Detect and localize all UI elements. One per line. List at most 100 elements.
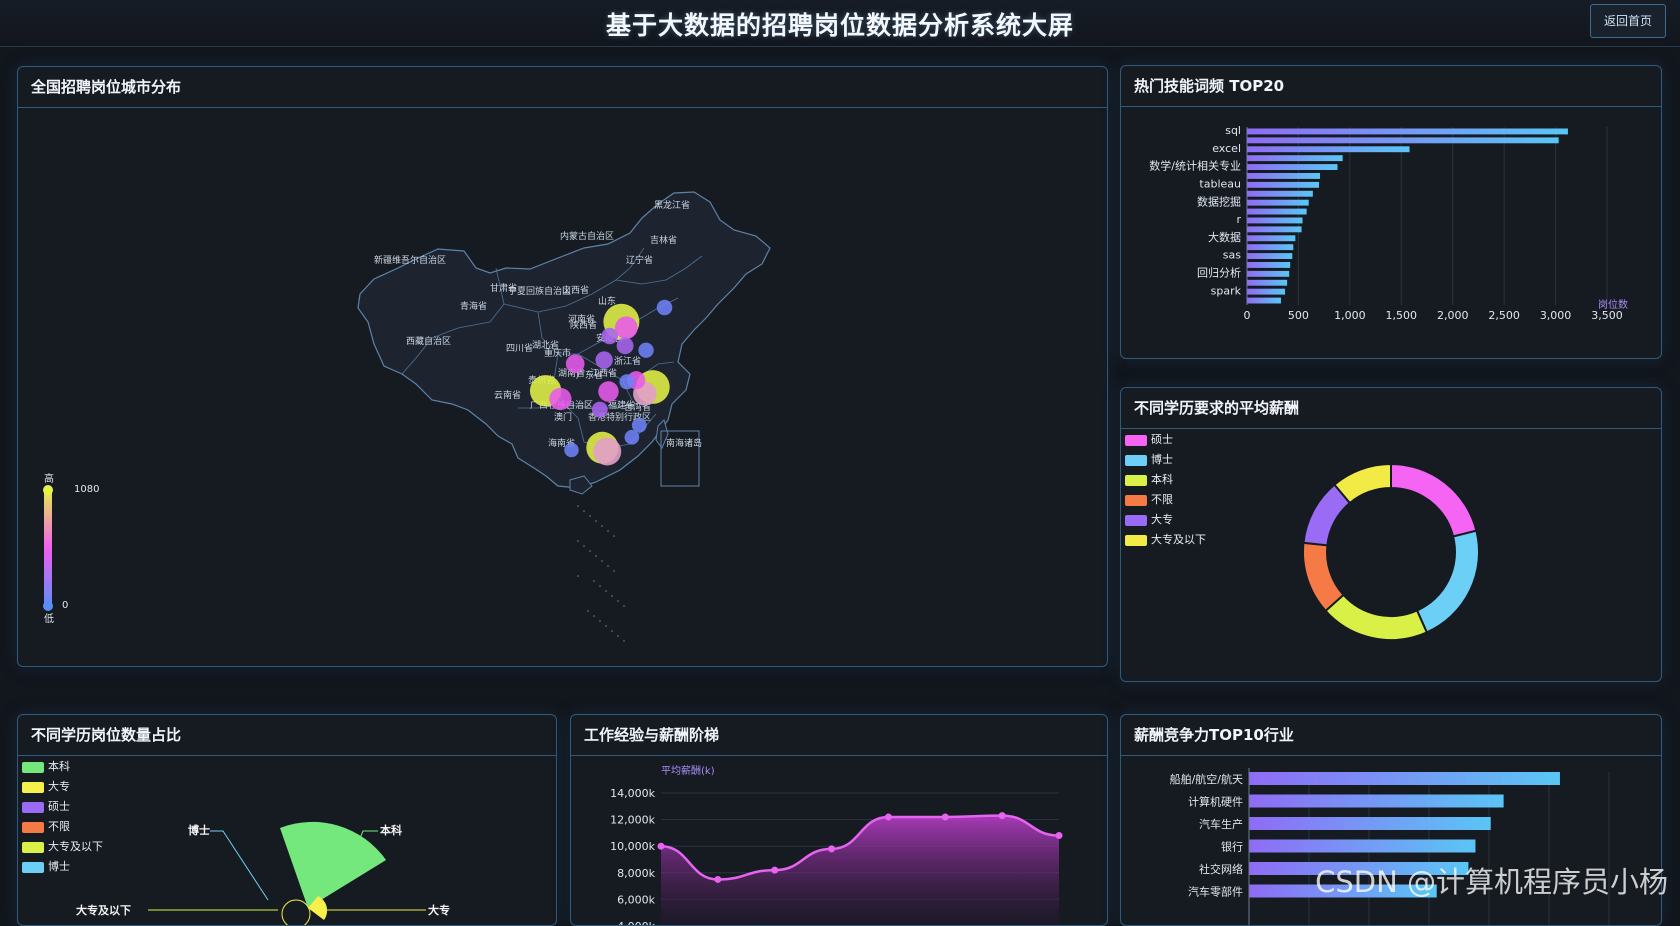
island-dot bbox=[617, 600, 619, 602]
city-bubble[interactable] bbox=[595, 351, 613, 369]
region-label: 浙江省 bbox=[614, 355, 641, 367]
csdn-watermark: CSDN @计算机程序员小杨 bbox=[1315, 865, 1668, 899]
region-label: 南海诸岛 bbox=[666, 437, 702, 449]
city-bubble[interactable] bbox=[593, 437, 622, 466]
skill-bar[interactable] bbox=[1247, 199, 1309, 206]
city-bubble[interactable] bbox=[619, 374, 635, 390]
page-title: 基于大数据的招聘岗位数据分析系统大屏 bbox=[605, 11, 1074, 40]
salary-edu-donut-chart[interactable] bbox=[1121, 429, 1661, 680]
skill-category-label: tableau bbox=[1199, 178, 1241, 191]
skill-bar[interactable] bbox=[1247, 173, 1321, 179]
rose-leader-line bbox=[210, 830, 269, 901]
city-bubble[interactable] bbox=[598, 381, 619, 402]
island-dot bbox=[583, 510, 585, 512]
region-label: 河南省 bbox=[568, 313, 595, 325]
city-bubble[interactable] bbox=[564, 442, 579, 458]
skill-bar[interactable] bbox=[1247, 270, 1290, 277]
region-label: 吉林省 bbox=[650, 234, 677, 246]
area-point[interactable] bbox=[1055, 832, 1063, 840]
industry-bar[interactable] bbox=[1249, 839, 1476, 853]
city-bubble[interactable] bbox=[624, 429, 640, 445]
skill-bar[interactable] bbox=[1247, 181, 1319, 188]
city-bubble[interactable] bbox=[549, 387, 572, 411]
edu-count-panel: 不同学历岗位数量占比 本科 大专 硕士 不限 大专及以下 博士 博士 本科 大专及以下 大专 bbox=[17, 714, 557, 926]
skill-bar[interactable] bbox=[1247, 164, 1338, 170]
island-dot bbox=[589, 515, 591, 517]
x-tick-label: 0 bbox=[1244, 309, 1251, 322]
rose-sector[interactable] bbox=[281, 899, 311, 926]
rose-sector[interactable] bbox=[280, 821, 386, 908]
skill-bar[interactable] bbox=[1247, 288, 1286, 295]
area-point[interactable] bbox=[884, 813, 892, 821]
skill-bar[interactable] bbox=[1247, 137, 1559, 144]
donut-slice[interactable] bbox=[1415, 529, 1480, 634]
island-dot bbox=[577, 575, 579, 577]
area-point[interactable] bbox=[771, 866, 779, 874]
industry-category-label: 汽车生产 bbox=[1199, 817, 1243, 831]
skills-panel: 热门技能词频 TOP20 0 500 1,000 1,500 2,000 2,500 3,0… bbox=[1120, 65, 1662, 359]
island-dot bbox=[613, 570, 615, 572]
china-map-chart[interactable]: 新疆维吾尔自治区西藏自治区青海省甘肃省内蒙古自治区黑龙江省吉林省辽宁省山西省宁夏… bbox=[18, 108, 1107, 665]
visual-map-low-label: 低 bbox=[44, 612, 54, 625]
island-dot bbox=[595, 555, 597, 557]
visual-map-bar[interactable] bbox=[44, 488, 52, 608]
skill-bar[interactable] bbox=[1247, 297, 1281, 304]
city-bubble[interactable] bbox=[616, 337, 634, 355]
industry-bar[interactable] bbox=[1249, 772, 1560, 785]
industry-bar[interactable] bbox=[1249, 817, 1491, 830]
rose-outer-label: 大专及以下 bbox=[76, 903, 131, 917]
area-point[interactable] bbox=[828, 845, 836, 853]
skill-category-label: 回归分析 bbox=[1197, 266, 1241, 280]
experience-salary-area-chart[interactable]: 平均薪酬(k) 14,000k 12,000k 10,000k 8,000k 6,000k… bbox=[571, 756, 1107, 926]
edu-count-panel-title: 不同学历岗位数量占比 bbox=[18, 715, 556, 756]
skill-bar[interactable] bbox=[1247, 146, 1410, 153]
region-label: 宁夏回族自治区 bbox=[508, 285, 571, 297]
salary-edu-panel: 不同学历要求的平均薪酬 硕士 博士 本科 不限 大专 大专及以下 bbox=[1120, 387, 1662, 682]
island-dot bbox=[605, 625, 607, 627]
skill-bar[interactable] bbox=[1247, 253, 1293, 259]
y-axis-name: 平均薪酬(k) bbox=[661, 765, 715, 777]
skill-bar[interactable] bbox=[1247, 235, 1296, 242]
return-home-button[interactable]: 返回首页 bbox=[1590, 4, 1666, 38]
skill-bar[interactable] bbox=[1247, 262, 1291, 268]
city-bubble[interactable] bbox=[614, 316, 638, 340]
city-bubble[interactable] bbox=[591, 401, 608, 418]
experience-panel-title: 工作经验与薪酬阶梯 bbox=[571, 715, 1107, 756]
donut-slice[interactable] bbox=[1324, 593, 1429, 641]
area-point[interactable] bbox=[657, 842, 665, 850]
island-dot bbox=[589, 550, 591, 552]
area-point[interactable] bbox=[998, 812, 1006, 820]
donut-slice[interactable] bbox=[1390, 462, 1478, 538]
skill-bar[interactable] bbox=[1247, 279, 1288, 286]
donut-slice[interactable] bbox=[1302, 541, 1345, 613]
city-bubble[interactable] bbox=[638, 342, 654, 358]
skill-bar[interactable] bbox=[1247, 190, 1313, 197]
skills-bar-chart[interactable]: 0 500 1,000 1,500 2,000 2,500 3,000 3,500sqlexc… bbox=[1121, 107, 1661, 357]
edu-count-rose-chart[interactable]: 博士 本科大专及以下 大专 bbox=[18, 756, 556, 926]
city-bubble[interactable] bbox=[565, 354, 585, 374]
area-point[interactable] bbox=[714, 875, 722, 883]
industry-category-label: 汽车零部件 bbox=[1188, 885, 1243, 899]
visual-map-handle-bottom[interactable] bbox=[43, 601, 53, 611]
area-point[interactable] bbox=[941, 813, 949, 821]
island-dot bbox=[611, 630, 613, 632]
skill-category-label: sql bbox=[1225, 124, 1241, 137]
skill-category-label: 数据挖掘 bbox=[1197, 194, 1241, 208]
skill-bar[interactable] bbox=[1247, 155, 1343, 162]
skill-bar[interactable] bbox=[1247, 128, 1568, 135]
visual-map-handle-top[interactable] bbox=[43, 485, 53, 495]
page-header: 基于大数据的招聘岗位数据分析系统大屏 返回首页 bbox=[0, 0, 1680, 47]
region-label: 山东 bbox=[598, 295, 616, 307]
x-tick-label: 3,000 bbox=[1540, 309, 1572, 322]
region-label: 四川省 bbox=[506, 342, 533, 354]
city-bubble[interactable] bbox=[656, 299, 673, 316]
y-tick-label: 4,000k bbox=[617, 920, 655, 926]
city-bubble[interactable] bbox=[601, 327, 618, 345]
industry-bar[interactable] bbox=[1249, 794, 1504, 808]
skill-bar[interactable] bbox=[1247, 217, 1303, 224]
visual-map-min: 0 bbox=[62, 600, 68, 611]
skill-bar[interactable] bbox=[1247, 226, 1302, 233]
skill-bar[interactable] bbox=[1247, 208, 1307, 215]
island-dot bbox=[593, 615, 595, 617]
skill-bar[interactable] bbox=[1247, 244, 1294, 251]
